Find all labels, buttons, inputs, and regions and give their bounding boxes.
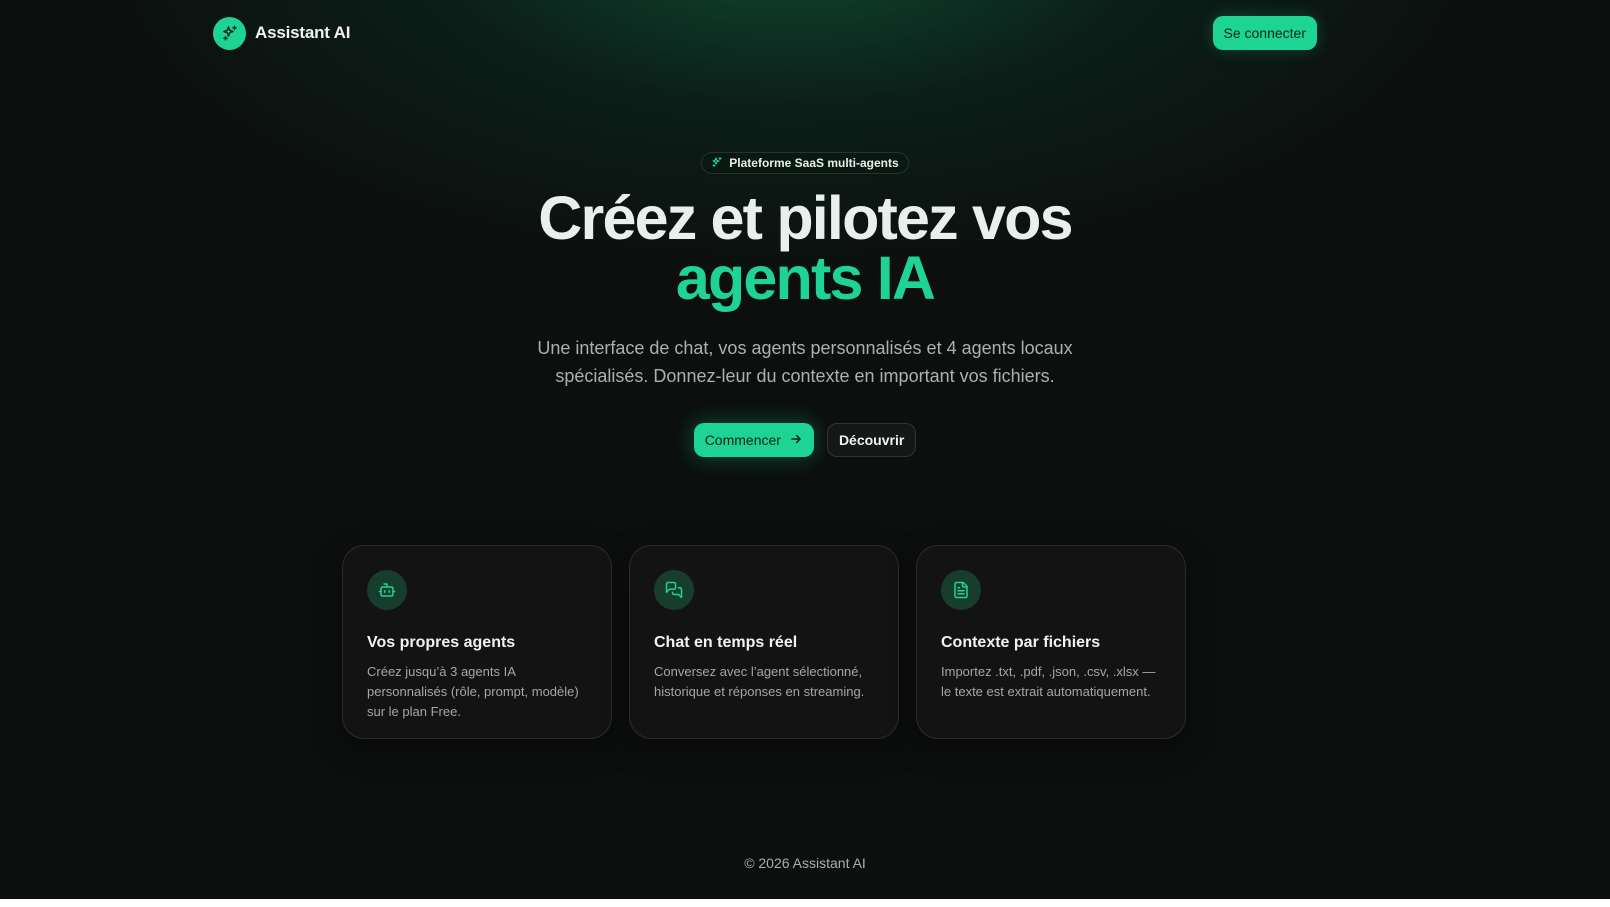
hero-section: Plateforme SaaS multi-agents Créez et pi… — [0, 152, 1610, 457]
bot-icon — [367, 570, 407, 610]
hero-title: Créez et pilotez vos agents IA — [538, 184, 1073, 312]
chat-icon — [654, 570, 694, 610]
footer-copyright: © 2026 Assistant AI — [744, 855, 866, 871]
sparkles-icon — [711, 156, 723, 171]
brand[interactable]: Assistant AI — [213, 16, 351, 50]
feature-description: Créez jusqu’à 3 agents IA personnalisés … — [367, 664, 579, 719]
features-grid: Vos propres agents Créez jusqu’à 3 agent… — [342, 545, 1186, 739]
feature-description: Conversez avec l’agent sélectionné, hist… — [654, 664, 865, 699]
start-button[interactable]: Commencer — [693, 423, 814, 457]
start-button-label: Commencer — [704, 432, 781, 448]
hero-subtitle: Une interface de chat, vos agents person… — [537, 338, 1073, 386]
arrow-right-icon — [789, 432, 803, 449]
feature-title: Vos propres agents — [367, 634, 516, 651]
feature-card-files: Contexte par fichiers Importez .txt, .pd… — [916, 545, 1186, 739]
sparkles-logo-icon — [213, 16, 246, 50]
feature-title: Chat en temps réel — [654, 634, 798, 651]
login-button[interactable]: Se connecter — [1212, 16, 1317, 50]
feature-title: Contexte par fichiers — [941, 634, 1101, 651]
cta-row: Commencer Découvrir — [693, 423, 917, 457]
feature-description: Importez .txt, .pdf, .json, .csv, .xlsx … — [941, 664, 1156, 699]
brand-name: Assistant AI — [255, 23, 351, 42]
file-icon — [941, 570, 981, 610]
hero-badge: Plateforme SaaS multi-agents — [701, 152, 909, 174]
top-nav: Assistant AI Se connecter — [213, 16, 1317, 50]
hero-badge-label: Plateforme SaaS multi-agents — [729, 156, 899, 170]
discover-button[interactable]: Découvrir — [826, 423, 917, 457]
landing-page: Assistant AI Se connecter Plateforme Saa… — [0, 0, 1610, 907]
hero-title-line1: Créez et pilotez vos — [538, 184, 1073, 252]
feature-card-agents: Vos propres agents Créez jusqu’à 3 agent… — [342, 545, 612, 739]
hero-title-highlight: agents IA — [675, 244, 936, 312]
feature-card-chat: Chat en temps réel Conversez avec l’agen… — [629, 545, 899, 739]
